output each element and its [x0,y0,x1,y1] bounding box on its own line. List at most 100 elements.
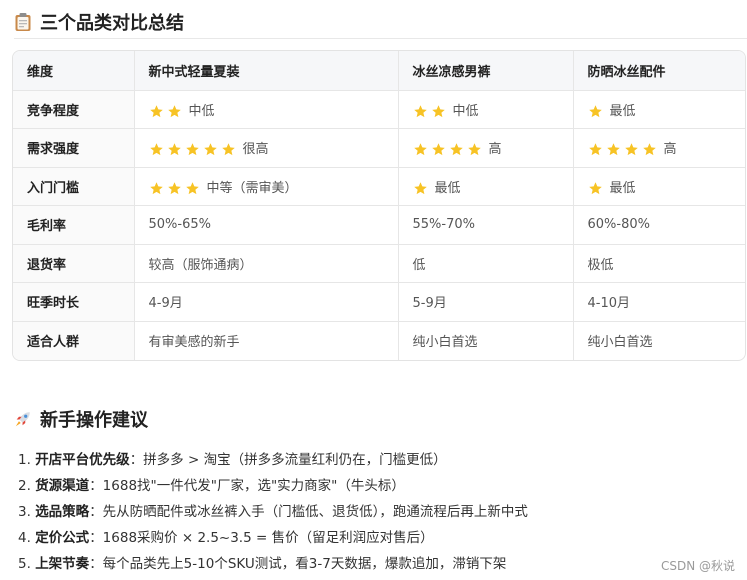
tip-text: ：先从防晒配件或冰丝裤入手（门槛低、退货低），跑通流程后再上新中式 [89,504,528,520]
tip-num: 4. [18,530,31,546]
star-rating [413,181,431,196]
tip-text: ：每个品类先上5-10个SKU测试，看3-7天数据，爆款追加，滞销下架 [89,556,507,572]
table-cell: 低 [398,244,574,283]
star-icon [431,105,445,117]
section-title-text: 三个品类对比总结 [40,13,184,34]
row-label: 竞争程度 [13,90,135,129]
star-icon [167,143,181,156]
cell-text: 中低 [188,103,215,119]
star-icon [149,182,163,194]
star-icon [185,182,199,194]
star-icon [413,105,427,117]
tips-list: 1. 开店平台优先级：拼多多 > 淘宝（拼多多流量红利仍在，门槛更低） 2. 货源… [18,450,528,580]
star-icon [467,143,481,156]
table-cell: 4-9月 [134,282,399,322]
star-icon [624,143,638,156]
star-icon [413,143,427,156]
cell-text: 高 [663,142,677,158]
table-cell: 很高 [134,128,399,168]
star-icon [203,143,217,156]
clipboard-icon [15,13,31,31]
header-dimension: 维度 [13,51,135,91]
table-cell: 纯小白首选 [573,321,745,360]
table-cell: 中等（需审美） [134,167,399,206]
table-cell: 高 [573,128,745,168]
star-rating [413,104,449,119]
header-category-3: 防晒冰丝配件 [573,51,745,91]
table-header-row: 维度 新中式轻量夏装 冰丝凉感男裤 防晒冰丝配件 [13,51,745,91]
cell-text: 很高 [242,142,269,158]
tip-key: 上架节奏 [35,556,90,572]
star-rating [588,104,606,119]
table-cell: 最低 [573,167,745,206]
star-rating [149,142,239,157]
cell-text: 高 [488,142,502,158]
header-category-2: 冰丝凉感男裤 [398,51,574,91]
cell-text: 4-9月 [148,296,183,312]
star-icon [185,143,199,156]
star-icon [588,182,602,194]
row-label: 旺季时长 [13,282,135,322]
section-title-text: 新手操作建议 [40,410,148,431]
list-item: 2. 货源渠道：1688找"一件代发"厂家，选"实力商家"（牛头标） [18,476,528,502]
star-icon [221,143,235,156]
table-cell: 有审美感的新手 [134,321,399,360]
row-label: 入门门槛 [13,167,135,206]
table-row: 毛利率 50%-65% 55%-70% 60%-80% [13,205,745,245]
table-cell: 4-10月 [573,282,745,322]
row-label: 毛利率 [13,205,135,245]
cell-text: 低 [412,257,426,273]
cell-text: 50%-65% [148,217,211,233]
cell-text: 有审美感的新手 [148,335,240,350]
cell-text: 55%-70% [412,217,475,233]
cell-text: 5-9月 [412,296,447,312]
cell-text: 纯小白首选 [587,335,653,350]
star-icon [149,143,163,156]
table-cell: 中低 [398,90,574,129]
star-icon [167,182,181,194]
cell-text: 极低 [587,257,614,273]
table-row: 旺季时长 4-9月 5-9月 4-10月 [13,282,745,322]
table-row: 入门门槛 中等（需审美） 最低 最低 [13,167,745,206]
table-cell: 最低 [573,90,745,129]
star-icon [449,143,463,156]
star-icon [167,105,181,117]
table-cell: 60%-80% [573,205,745,245]
star-rating [588,142,660,157]
cell-text: 最低 [609,180,636,196]
section-title-tips: 新手操作建议 [14,406,148,432]
star-icon [413,182,427,194]
table-row: 需求强度 很高 高 高 [13,128,745,168]
table-row: 适合人群 有审美感的新手 纯小白首选 纯小白首选 [13,321,745,360]
tip-key: 货源渠道 [35,478,90,494]
tip-key: 选品策略 [35,504,90,520]
star-icon [588,105,602,117]
table-cell: 55%-70% [398,205,574,245]
tip-text: ：拼多多 > 淘宝（拼多多流量红利仍在，门槛更低） [129,452,447,468]
cell-text: 中低 [452,103,479,119]
star-rating [149,181,203,196]
row-label: 需求强度 [13,128,135,168]
table-cell: 较高（服饰通病） [134,244,399,283]
table-cell: 纯小白首选 [398,321,574,360]
star-icon [642,143,656,156]
watermark: CSDN @秋说 [660,559,735,573]
star-icon [149,105,163,117]
tip-text: ：1688找"一件代发"厂家，选"实力商家"（牛头标） [89,478,405,494]
tip-key: 定价公式 [35,530,90,546]
list-item: 1. 开店平台优先级：拼多多 > 淘宝（拼多多流量红利仍在，门槛更低） [18,450,528,476]
tip-num: 2. [18,478,31,494]
table-cell: 中低 [134,90,399,129]
comparison-table: 维度 新中式轻量夏装 冰丝凉感男裤 防晒冰丝配件 竞争程度 中低 中低 最低 需求强度很… [12,50,746,361]
table-row: 竞争程度 中低 中低 最低 [13,90,745,129]
title-divider [14,38,747,39]
table-cell: 最低 [398,167,574,206]
cell-text: 最低 [609,103,636,119]
cell-text: 中等（需审美） [206,180,298,196]
header-category-1: 新中式轻量夏装 [134,51,399,91]
cell-text: 60%-80% [587,217,650,233]
star-rating [588,181,606,196]
cell-text: 较高（服饰通病） [148,257,253,273]
table-cell: 极低 [573,244,745,283]
tip-num: 5. [18,556,31,572]
